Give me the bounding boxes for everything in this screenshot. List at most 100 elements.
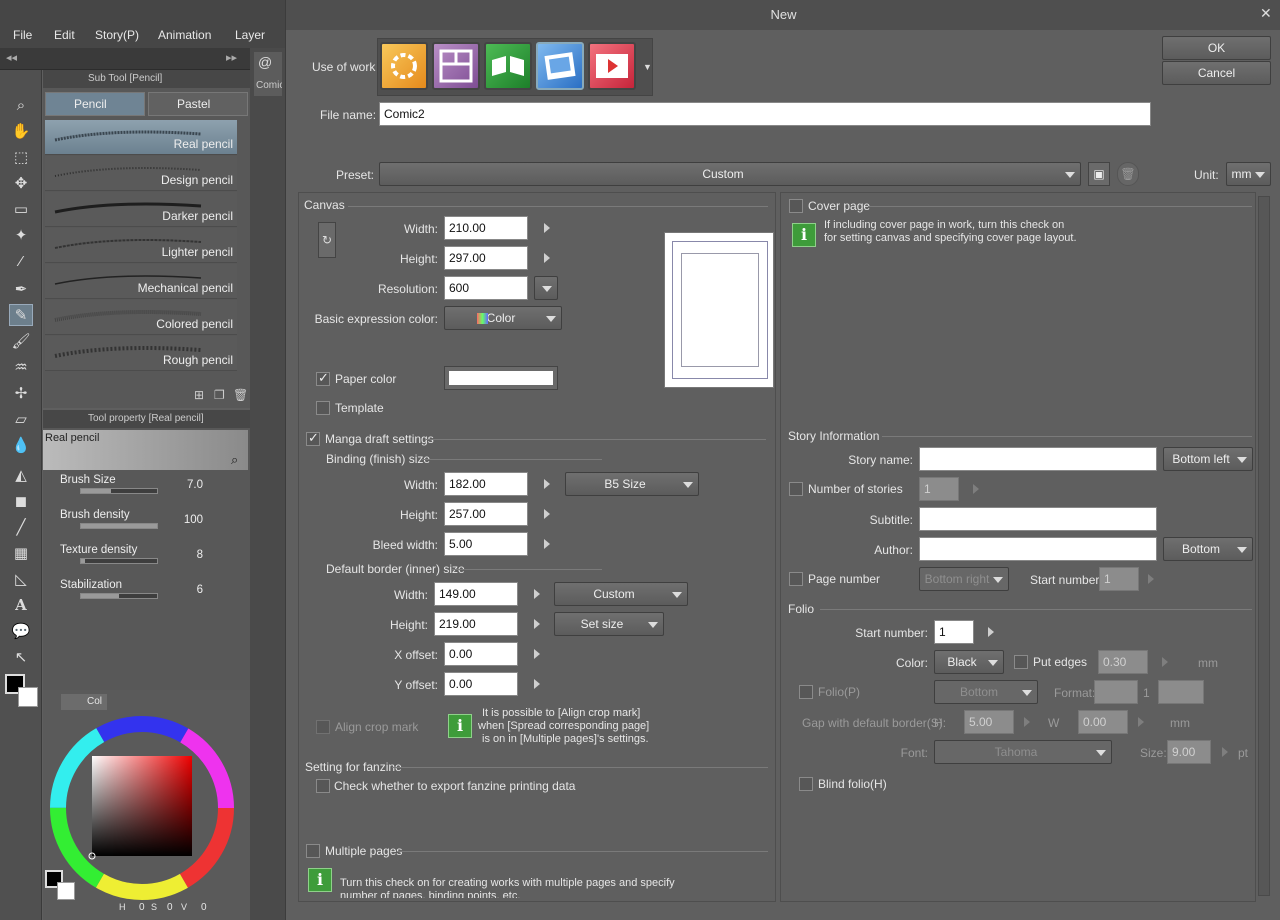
- story-name-position-dropdown[interactable]: Bottom left: [1163, 447, 1253, 471]
- webtoon-book-icon[interactable]: [484, 42, 532, 90]
- ruler-tool-icon[interactable]: ◺: [9, 568, 33, 590]
- delete-preset-icon[interactable]: 🗑: [1117, 162, 1139, 186]
- brush-density-slider[interactable]: [80, 523, 158, 529]
- y-offset-arrow-icon[interactable]: [534, 679, 540, 689]
- folio-color-dropdown[interactable]: Black: [934, 650, 1004, 674]
- x-offset-input[interactable]: 0.00: [444, 642, 518, 666]
- pencil-tool-icon[interactable]: ✎: [9, 304, 33, 326]
- author-position-dropdown[interactable]: Bottom: [1163, 537, 1253, 561]
- brush-item-lighter-pencil[interactable]: Lighter pencil: [45, 228, 237, 263]
- page-start-number-arrow-icon[interactable]: [1148, 574, 1154, 584]
- number-of-stories-checkbox[interactable]: [789, 482, 803, 496]
- scrollbar[interactable]: [1258, 196, 1270, 896]
- sub-color-chip[interactable]: [57, 882, 75, 900]
- animation-icon[interactable]: [588, 42, 636, 90]
- hand-tool-icon[interactable]: ✋: [9, 120, 33, 142]
- bleed-width-arrow-icon[interactable]: [544, 539, 550, 549]
- blind-folio-checkbox[interactable]: [799, 777, 813, 791]
- eraser-tool-icon[interactable]: ▱: [9, 408, 33, 430]
- number-of-stories-input[interactable]: 1: [919, 477, 959, 501]
- align-crop-mark-checkbox[interactable]: [316, 720, 330, 734]
- binding-height-input[interactable]: 257.00: [444, 502, 528, 526]
- brush-size-slider[interactable]: [80, 488, 158, 494]
- fanzine-checkbox[interactable]: [316, 779, 330, 793]
- edges-width-input[interactable]: 0.30: [1098, 650, 1148, 674]
- folio-start-number-arrow-icon[interactable]: [988, 627, 994, 637]
- use-of-work-more-icon[interactable]: ▼: [643, 62, 652, 72]
- add-subtool-icon[interactable]: ⊞: [194, 388, 204, 402]
- eyedropper-tool-icon[interactable]: ⁄: [9, 250, 33, 272]
- duplicate-subtool-icon[interactable]: ❐: [214, 388, 225, 402]
- manga-draft-checkbox[interactable]: [306, 430, 320, 446]
- zoom-preview-icon[interactable]: ⌕: [231, 452, 238, 468]
- menu-animation[interactable]: Animation: [158, 28, 211, 42]
- paper-color-checkbox[interactable]: [316, 370, 330, 386]
- gap-w-input[interactable]: 0.00: [1078, 710, 1128, 734]
- gap-h-arrow-icon[interactable]: [1024, 717, 1030, 727]
- pen-tool-icon[interactable]: ✒: [9, 278, 33, 300]
- stabilization-slider[interactable]: [80, 593, 158, 599]
- preset-dropdown[interactable]: Custom: [379, 162, 1081, 186]
- number-of-stories-arrow-icon[interactable]: [973, 484, 979, 494]
- border-width-arrow-icon[interactable]: [534, 589, 540, 599]
- brush-tool-icon[interactable]: 🖌: [9, 330, 33, 352]
- page-number-checkbox[interactable]: [789, 572, 803, 586]
- text-tool-icon[interactable]: A: [9, 594, 33, 616]
- page-number-position-dropdown[interactable]: Bottom right: [919, 567, 1009, 591]
- expression-color-dropdown[interactable]: Color: [444, 306, 562, 330]
- sub-color-swatch[interactable]: [18, 687, 38, 707]
- stabilization-value[interactable]: 6: [173, 584, 203, 596]
- subtool-tab-pastel[interactable]: Pastel: [148, 92, 248, 116]
- paper-color-swatch[interactable]: [444, 366, 558, 390]
- edges-width-arrow-icon[interactable]: [1162, 657, 1168, 667]
- gradient-tool-icon[interactable]: ◼: [9, 490, 33, 512]
- resolution-input[interactable]: 600: [444, 276, 528, 300]
- airbrush-tool-icon[interactable]: ♒: [9, 356, 33, 378]
- texture-density-value[interactable]: 8: [173, 549, 203, 561]
- move-layer-tool-icon[interactable]: ✥: [9, 172, 33, 194]
- unit-dropdown[interactable]: mm: [1226, 162, 1271, 186]
- template-checkbox[interactable]: [316, 401, 330, 415]
- correct-line-tool-icon[interactable]: ↖: [9, 646, 33, 668]
- canvas-height-input[interactable]: 297.00: [444, 246, 528, 270]
- menu-story[interactable]: Story(P): [95, 28, 139, 42]
- canvas-width-input[interactable]: 210.00: [444, 216, 528, 240]
- close-icon[interactable]: ✕: [1260, 6, 1274, 20]
- brush-size-value[interactable]: 7.0: [173, 479, 203, 491]
- subtool-tab-pencil[interactable]: Pencil: [45, 92, 145, 116]
- brush-item-darker-pencil[interactable]: Darker pencil: [45, 192, 237, 227]
- canvas-height-arrow-icon[interactable]: [544, 253, 550, 263]
- menu-layer[interactable]: Layer: [235, 28, 265, 42]
- collapse-icon[interactable]: ◂◂: [6, 51, 17, 64]
- brush-item-colored-pencil[interactable]: Colored pencil: [45, 300, 237, 335]
- y-offset-input[interactable]: 0.00: [444, 672, 518, 696]
- set-size-dropdown[interactable]: Set size: [554, 612, 664, 636]
- size-input[interactable]: 9.00: [1167, 740, 1211, 764]
- binding-width-input[interactable]: 182.00: [444, 472, 528, 496]
- font-dropdown[interactable]: Tahoma: [934, 740, 1112, 764]
- put-edges-checkbox[interactable]: [1014, 655, 1028, 669]
- ok-button[interactable]: OK: [1162, 36, 1271, 60]
- illustration-icon[interactable]: [380, 42, 428, 90]
- frame-tool-icon[interactable]: ▦: [9, 542, 33, 564]
- expand-icon[interactable]: ▸▸: [226, 51, 237, 64]
- decoration-tool-icon[interactable]: ✢: [9, 382, 33, 404]
- figure-tool-icon[interactable]: ╱: [9, 516, 33, 538]
- brush-item-rough-pencil[interactable]: Rough pencil: [45, 336, 237, 371]
- cover-page-checkbox[interactable]: [789, 199, 803, 213]
- border-height-input[interactable]: 219.00: [434, 612, 518, 636]
- save-preset-icon[interactable]: ▣: [1088, 162, 1110, 186]
- comic-icon[interactable]: [432, 42, 480, 90]
- texture-density-slider[interactable]: [80, 558, 158, 564]
- folio-checkbox[interactable]: [799, 685, 813, 699]
- page-start-number-input[interactable]: 1: [1099, 567, 1139, 591]
- cancel-button[interactable]: Cancel: [1162, 61, 1271, 85]
- canvas-width-arrow-icon[interactable]: [544, 223, 550, 233]
- gap-w-arrow-icon[interactable]: [1138, 717, 1144, 727]
- color-wheel[interactable]: [47, 712, 243, 908]
- binding-width-arrow-icon[interactable]: [544, 479, 550, 489]
- bleed-width-input[interactable]: 5.00: [444, 532, 528, 556]
- multiple-pages-checkbox[interactable]: [306, 844, 320, 858]
- brush-item-real-pencil[interactable]: Real pencil: [45, 120, 237, 155]
- border-height-arrow-icon[interactable]: [534, 619, 540, 629]
